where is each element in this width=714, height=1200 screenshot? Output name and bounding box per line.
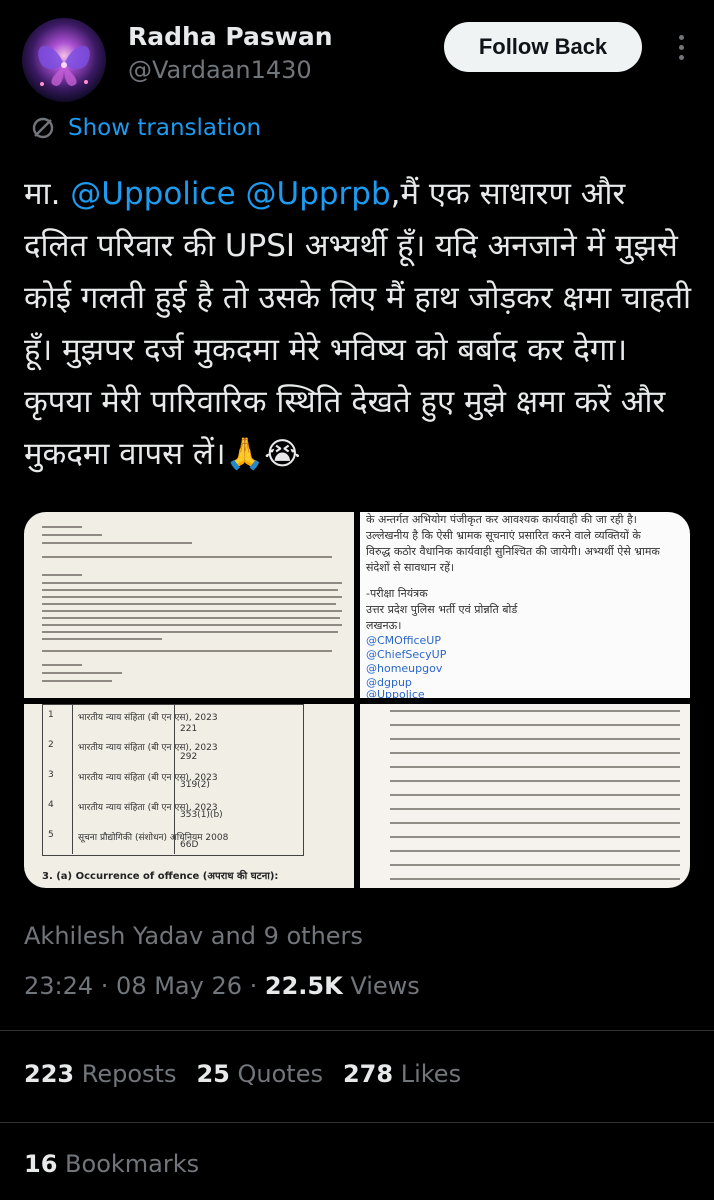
tweet-timestamp[interactable]: 23:24 · 08 May 26 · — [24, 972, 265, 1000]
table-cell: भारतीय न्याय संहिता (बी एन एस), 2023 — [78, 713, 218, 723]
butterfly-icon — [38, 45, 90, 86]
notice-line: -परीक्षा नियंत्रक — [366, 587, 428, 600]
notice-line: उल्लेखनीय है कि ऐसी भ्रामक सूचनाएं प्रसा… — [366, 529, 641, 542]
mention-upprpb[interactable]: @Upprpb — [246, 176, 391, 212]
divider — [0, 1122, 714, 1123]
tweet-meta: 23:24 · 08 May 26 · 22.5K Views — [24, 972, 420, 1000]
reposts-label: Reposts — [81, 1060, 177, 1088]
notice-link: @homeupgov — [366, 662, 443, 675]
table-cell: 3 — [48, 770, 54, 780]
notice-line: के अन्तर्गत अभियोग पंजीकृत कर आवश्यक कार… — [366, 513, 637, 526]
bookmarks-label: Bookmarks — [65, 1150, 200, 1178]
reposts-stat[interactable]: 223 Reposts — [24, 1060, 176, 1088]
views-count: 22.5K — [264, 972, 343, 1000]
show-translation-link[interactable]: Show translation — [30, 110, 261, 146]
engagement-stats: 223 Reposts 25 Quotes 278 Likes — [24, 1060, 461, 1088]
liked-by-text[interactable]: Akhilesh Yadav and 9 others — [24, 922, 363, 950]
table-cell: 5 — [48, 830, 54, 840]
views-label: Views — [342, 972, 420, 1000]
reposts-count: 223 — [24, 1060, 75, 1088]
media-image-fir-table[interactable]: 1 भारतीय न्याय संहिता (बी एन एस), 2023 2… — [24, 704, 354, 888]
notice-line: लखनऊ। — [366, 619, 402, 632]
media-image-fir-text[interactable] — [360, 704, 690, 888]
table-cell: 66D — [180, 840, 199, 850]
notice-link: @Uppolice — [366, 688, 425, 698]
table-divider — [72, 704, 73, 854]
avatar[interactable] — [22, 18, 106, 102]
media-image-notice[interactable]: के अन्तर्गत अभियोग पंजीकृत कर आवश्यक कार… — [360, 512, 690, 698]
table-cell: 221 — [180, 724, 198, 734]
table-cell: 292 — [180, 752, 198, 762]
table-cell: 353(1)(b) — [180, 810, 223, 820]
quotes-stat[interactable]: 25 Quotes — [196, 1060, 323, 1088]
user-handle[interactable]: @Vardaan1430 — [128, 56, 312, 84]
bookmarks-count: 16 — [24, 1150, 58, 1178]
table-cell: 319(2) — [180, 780, 210, 790]
media-grid: के अन्तर्गत अभियोग पंजीकृत कर आवश्यक कार… — [24, 512, 690, 888]
notice-line: संदेशों से सावधान रहें। — [366, 561, 455, 574]
follow-back-button[interactable]: Follow Back — [444, 22, 642, 72]
table-cell: 2 — [48, 740, 54, 750]
table-cell: 4 — [48, 800, 54, 810]
likes-stat[interactable]: 278 Likes — [343, 1060, 461, 1088]
table-cell: 1 — [48, 710, 54, 720]
translate-icon — [32, 117, 54, 139]
tweet-header: Radha Paswan @Vardaan1430 Follow Back — [0, 0, 714, 110]
notice-link: @CMOfficeUP — [366, 634, 441, 647]
likes-count: 278 — [342, 1060, 394, 1088]
likes-label: Likes — [400, 1060, 462, 1088]
table-footer: 3. (a) Occurrence of offence (अपराध की घ… — [42, 871, 279, 882]
quotes-label: Quotes — [237, 1060, 323, 1088]
more-options-icon[interactable] — [668, 30, 694, 66]
media-image-letter[interactable] — [24, 512, 354, 698]
tweet-body: ,मैं एक साधारण और दलित परिवार की UPSI अभ… — [24, 176, 692, 472]
mention-uppolice[interactable]: @Uppolice — [70, 176, 235, 212]
display-name[interactable]: Radha Paswan — [128, 22, 333, 51]
bookmarks-stat[interactable]: 16 Bookmarks — [24, 1150, 199, 1178]
tweet-prefix: मा. — [24, 176, 71, 212]
table-cell: सूचना प्रौद्योगिकी (संशोधन) अधिनियम 2008 — [78, 833, 229, 843]
show-translation-label: Show translation — [68, 115, 262, 141]
quotes-count: 25 — [196, 1060, 230, 1088]
notice-line: विरुद्ध कठोर वैधानिक कार्यवाही सुनिश्चित… — [366, 545, 660, 558]
tweet-text: मा. @Uppolice @Upprpb,मैं एक साधारण और द… — [24, 168, 694, 480]
divider — [0, 1030, 714, 1031]
notice-link: @ChiefSecyUP — [366, 648, 447, 661]
notice-line: उत्तर प्रदेश पुलिस भर्ती एवं प्रोन्नति ब… — [366, 603, 518, 616]
